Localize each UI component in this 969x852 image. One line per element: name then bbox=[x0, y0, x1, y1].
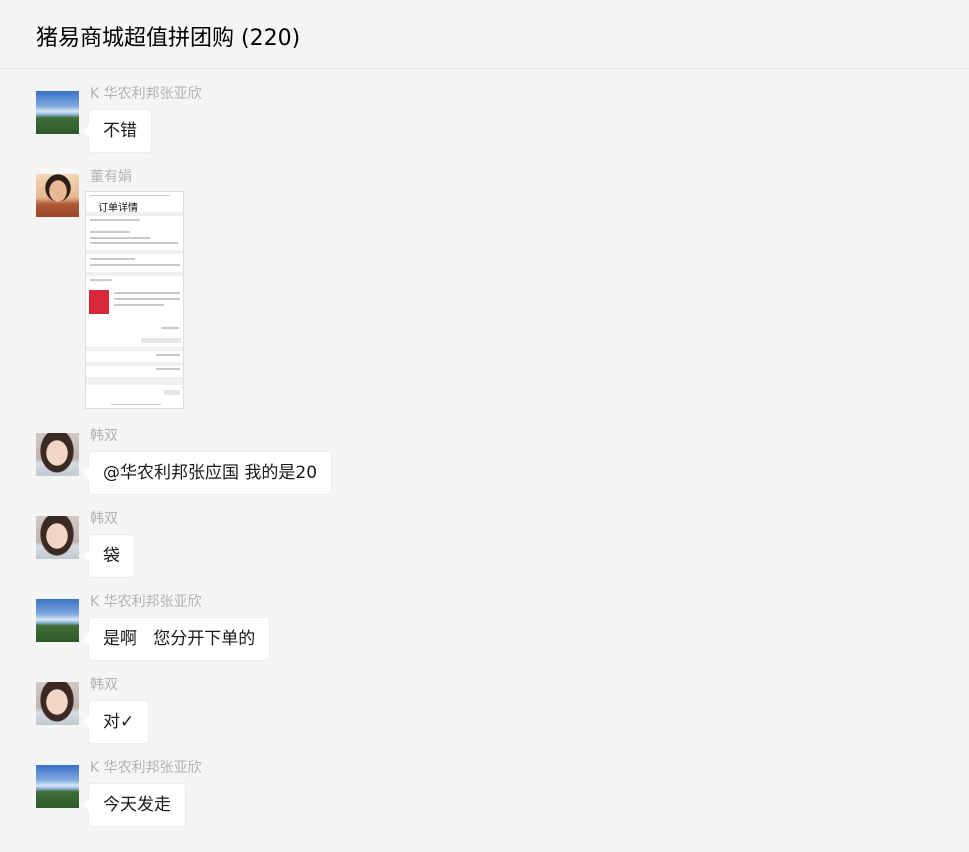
sender-avatar[interactable] bbox=[36, 765, 79, 808]
message-bubble[interactable]: 今天发走 bbox=[83, 784, 185, 826]
sender-name: K 华农利邦张亚欣 bbox=[90, 86, 202, 102]
sender-name: K 华农利邦张亚欣 bbox=[90, 594, 202, 610]
sender-avatar[interactable] bbox=[36, 682, 79, 725]
sender-avatar[interactable] bbox=[36, 174, 79, 217]
sender-name: 韩双 bbox=[90, 428, 118, 444]
sender-avatar[interactable] bbox=[36, 433, 79, 476]
sender-name: 韩双 bbox=[90, 677, 118, 693]
image-message[interactable]: 订单详情 bbox=[85, 191, 184, 409]
chat-header: 猪易商城超值拼团购 (220) bbox=[0, 0, 969, 69]
sender-avatar[interactable] bbox=[36, 516, 79, 559]
message-bubble[interactable]: @华农利邦张应国 我的是20 bbox=[82, 452, 332, 494]
sender-name: K 华农利邦张亚欣 bbox=[90, 760, 202, 776]
message-bubble[interactable]: 是啊 您分开下单的 bbox=[82, 618, 270, 660]
sender-avatar[interactable] bbox=[36, 599, 79, 642]
sender-name: 韩双 bbox=[90, 511, 118, 527]
sender-name: 董有娟 bbox=[90, 169, 132, 185]
message-bubble[interactable]: 对✓ bbox=[82, 701, 149, 743]
chat-title: 猪易商城超值拼团购 (220) bbox=[36, 26, 301, 51]
message-bubble[interactable]: 袋 bbox=[83, 535, 134, 577]
message-bubble[interactable]: 不错 bbox=[83, 110, 151, 152]
sender-avatar[interactable] bbox=[36, 91, 79, 134]
